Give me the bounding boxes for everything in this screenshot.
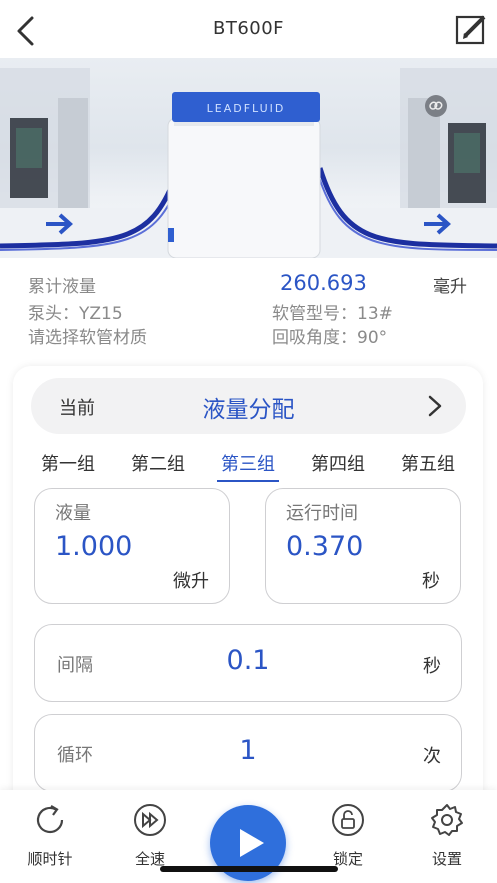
tab-group-4[interactable]: 第四组 [303, 450, 373, 476]
brand-text: LEADFLUID [207, 102, 286, 115]
link-icon[interactable] [425, 95, 447, 117]
edit-button[interactable] [453, 12, 489, 48]
volume-value: 1.000 [55, 531, 133, 562]
unlock-icon [332, 804, 364, 836]
runtime-unit: 秒 [422, 571, 440, 592]
page-title: BT600F [212, 18, 285, 39]
lock-button[interactable]: 锁定 [308, 802, 388, 869]
settings-panel: 当前 液量分配 第一组 第二组 第三组 第四组 第五组 液量 1.000 微升 … [13, 366, 483, 826]
runtime-card[interactable]: 运行时间 0.370 秒 [265, 488, 461, 604]
tab-group-3[interactable]: 第三组 [213, 450, 283, 482]
total-volume-label: 累计液量 [28, 277, 96, 297]
suckback-angle-text: 回吸角度：90° [272, 328, 388, 348]
group-tabs: 第一组 第二组 第三组 第四组 第五组 [13, 446, 483, 482]
mode-selector[interactable]: 当前 液量分配 [31, 378, 466, 434]
tab-group-5[interactable]: 第五组 [393, 450, 463, 476]
runtime-label: 运行时间 [286, 503, 358, 524]
clockwise-label: 顺时针 [27, 850, 73, 868]
clockwise-button[interactable]: 顺时针 [10, 802, 90, 869]
volume-label: 液量 [55, 503, 91, 524]
interval-card[interactable]: 间隔 0.1 秒 [34, 624, 462, 702]
home-indicator [160, 866, 338, 872]
settings-label: 设置 [431, 850, 462, 868]
cycle-unit: 次 [423, 746, 441, 767]
tube-type-text: 软管型号：13# [272, 304, 393, 324]
interval-unit: 秒 [423, 656, 441, 677]
fast-forward-icon [134, 804, 166, 836]
runtime-value: 0.370 [286, 531, 364, 562]
total-volume-value: 260.693 [280, 271, 367, 295]
volume-card[interactable]: 液量 1.000 微升 [34, 488, 230, 604]
chevron-right-icon [428, 395, 442, 417]
gear-icon [431, 804, 463, 836]
tube-material-select[interactable]: 请选择软管材质 [28, 323, 147, 348]
app-header: BT600F [0, 0, 497, 58]
tab-group-2[interactable]: 第二组 [123, 450, 193, 476]
settings-button[interactable]: 设置 [407, 802, 487, 869]
interval-value: 0.1 [226, 645, 270, 676]
mode-current-value: 液量分配 [202, 397, 295, 423]
tab-group-1[interactable]: 第一组 [33, 450, 103, 476]
cycle-value: 1 [239, 735, 257, 766]
pump-head-text: 泵头：YZ15 [28, 304, 123, 324]
cycle-card[interactable]: 循环 1 次 [34, 714, 462, 792]
pump-hero-image: LEADFLUID [0, 58, 497, 258]
edit-icon [455, 15, 486, 45]
total-volume-unit: 毫升 [433, 277, 467, 297]
volume-unit: 微升 [173, 571, 209, 592]
full-speed-button[interactable]: 全速 [110, 802, 190, 869]
rotate-clockwise-icon [36, 805, 64, 834]
